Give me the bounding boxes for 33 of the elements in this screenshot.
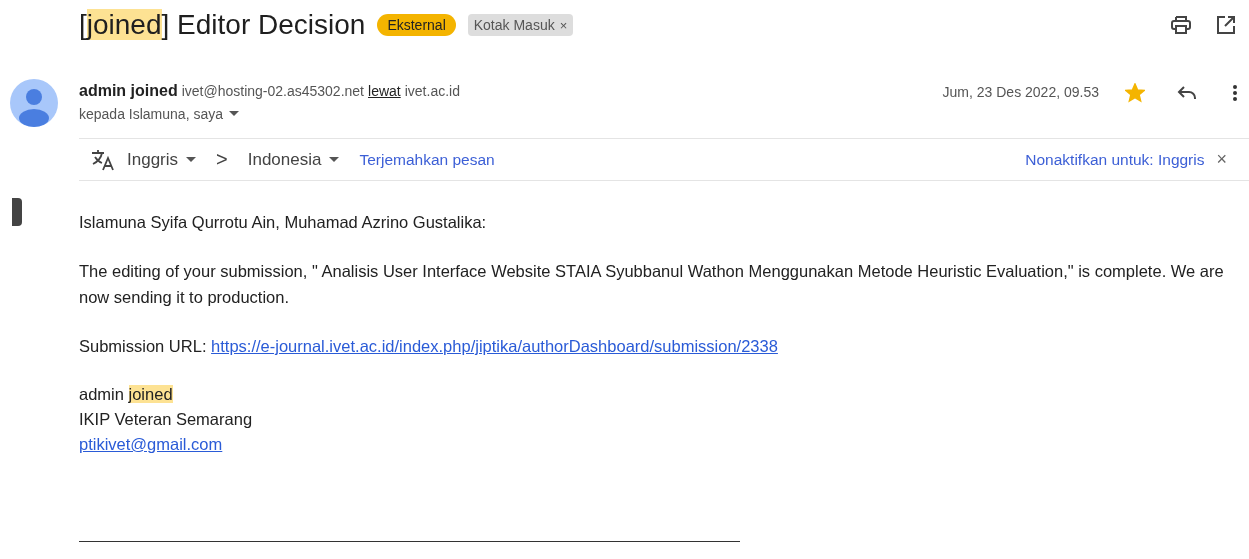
email-date: Jum, 23 Des 2022, 09.53 [942, 84, 1099, 100]
email-link[interactable]: ptikivet@gmail.com [79, 432, 253, 457]
body-paragraph: The editing of your submission, " Analisis User Interface Website STAIA Syubbanul Wathon Menggunakan Metode Heuristic Evaluation," is complete. We are now sending it to production. [79, 261, 1225, 308]
signature-line: IKIP Veteran Semarang [79, 409, 253, 430]
external-label[interactable]: Eksternal [377, 14, 456, 36]
translate-icon [91, 148, 115, 171]
via-link[interactable]: lewat [368, 83, 401, 99]
caret-icon[interactable] [329, 156, 340, 163]
email-subject: [joined] Editor Decision [79, 9, 366, 41]
star-icon[interactable] [1125, 83, 1145, 103]
side-handle[interactable] [12, 198, 22, 226]
sender-name: admin joined [79, 82, 178, 100]
translate-link[interactable]: Terjemahkan pesan [359, 150, 495, 169]
open-in-new-window-icon[interactable] [1217, 16, 1235, 34]
inbox-label[interactable]: Kotak Masuk × [467, 14, 574, 36]
url-label: Submission URL: [79, 337, 207, 355]
signature-line: admin joined [79, 384, 174, 405]
source-language-dropdown[interactable]: Inggris [127, 149, 197, 170]
print-icon[interactable] [1171, 16, 1191, 34]
sender-domain: ivet.ac.id [404, 83, 460, 99]
disable-translation-link[interactable]: Nonaktifkan untuk: Inggris [1025, 150, 1205, 169]
reply-icon[interactable] [1177, 85, 1197, 101]
submission-link[interactable]: https://e-journal.ivet.ac.id/index.php/jiptika/authorDashboard/submission/2338 [211, 337, 778, 355]
close-translation-button[interactable]: × [1216, 149, 1227, 170]
target-language-dropdown[interactable]: Indonesia [247, 149, 340, 170]
caret-icon[interactable] [229, 111, 239, 117]
caret-icon[interactable] [186, 156, 197, 163]
more-options-icon[interactable] [1233, 85, 1237, 101]
greeting-text: Islamuna Syifa Qurrotu Ain, Muhamad Azrino Gustalika: [79, 212, 488, 233]
recipients-dropdown[interactable]: kepada Islamuna, saya [79, 106, 460, 122]
sender-email: ivet@hosting-02.as45302.net [181, 83, 364, 99]
direction-chevron: > [216, 148, 228, 171]
avatar-icon [10, 78, 58, 128]
